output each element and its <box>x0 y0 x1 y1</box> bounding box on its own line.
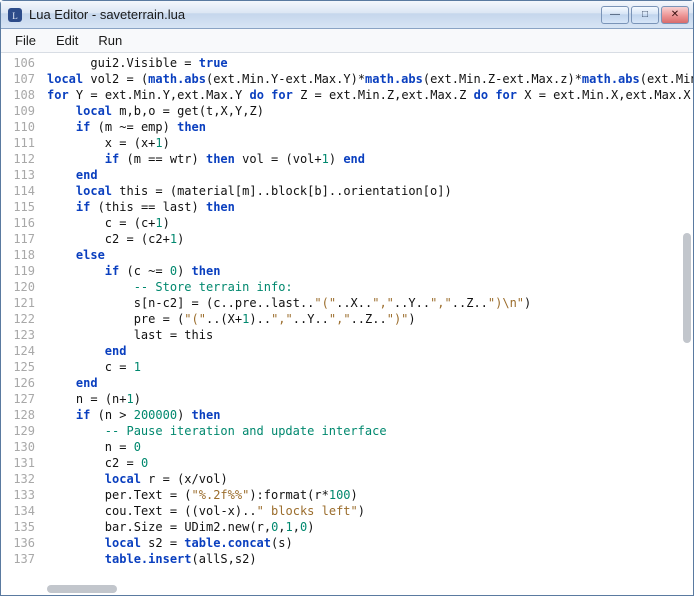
line-number: 119 <box>5 263 35 279</box>
line-number: 121 <box>5 295 35 311</box>
line-number: 133 <box>5 487 35 503</box>
code-line[interactable]: if (m ~= emp) then <box>47 119 693 135</box>
code-line[interactable]: local vol2 = (math.abs(ext.Min.Y-ext.Max… <box>47 71 693 87</box>
code-line[interactable]: c = 1 <box>47 359 693 375</box>
line-number: 112 <box>5 151 35 167</box>
code-line[interactable]: if (m == wtr) then vol = (vol+1) end <box>47 151 693 167</box>
maximize-button[interactable]: □ <box>631 6 659 24</box>
code-line[interactable]: n = (n+1) <box>47 391 693 407</box>
line-number: 117 <box>5 231 35 247</box>
code-line[interactable]: gui2.Visible = true <box>47 55 693 71</box>
code-line[interactable]: local r = (x/vol) <box>47 471 693 487</box>
line-number: 123 <box>5 327 35 343</box>
line-number: 125 <box>5 359 35 375</box>
line-number: 122 <box>5 311 35 327</box>
code-line[interactable]: per.Text = ("%.2f%%"):format(r*100) <box>47 487 693 503</box>
code-line[interactable]: else <box>47 247 693 263</box>
line-number: 118 <box>5 247 35 263</box>
code-line[interactable]: cou.Text = ((vol-x).." blocks left") <box>47 503 693 519</box>
code-line[interactable]: -- Pause iteration and update interface <box>47 423 693 439</box>
line-number: 126 <box>5 375 35 391</box>
code-line[interactable]: last = this <box>47 327 693 343</box>
line-number: 111 <box>5 135 35 151</box>
code-line[interactable]: x = (x+1) <box>47 135 693 151</box>
line-number: 113 <box>5 167 35 183</box>
code-line[interactable]: n = 0 <box>47 439 693 455</box>
code-line[interactable]: local s2 = table.concat(s) <box>47 535 693 551</box>
close-button[interactable]: ✕ <box>661 6 689 24</box>
code-line[interactable]: pre = ("("..(X+1)..","..Y..","..Z..")") <box>47 311 693 327</box>
code-line[interactable]: local m,b,o = get(t,X,Y,Z) <box>47 103 693 119</box>
code-view[interactable]: gui2.Visible = truelocal vol2 = (math.ab… <box>43 53 693 595</box>
line-number: 132 <box>5 471 35 487</box>
horizontal-scroll-thumb[interactable] <box>47 585 117 593</box>
line-number: 128 <box>5 407 35 423</box>
code-line[interactable]: bar.Size = UDim2.new(r,0,1,0) <box>47 519 693 535</box>
line-number: 108 <box>5 87 35 103</box>
line-number: 131 <box>5 455 35 471</box>
code-line[interactable]: table.insert(allS,s2) <box>47 551 693 567</box>
line-number: 116 <box>5 215 35 231</box>
code-line[interactable]: c2 = 0 <box>47 455 693 471</box>
vertical-scroll-thumb[interactable] <box>683 233 691 343</box>
line-gutter: 1061071081091101111121131141151161171181… <box>1 53 43 595</box>
window-title: Lua Editor - saveterrain.lua <box>29 7 599 22</box>
line-number: 109 <box>5 103 35 119</box>
vertical-scrollbar[interactable] <box>679 53 691 581</box>
line-number: 106 <box>5 55 35 71</box>
code-line[interactable]: -- Store terrain info: <box>47 279 693 295</box>
code-line[interactable]: end <box>47 375 693 391</box>
horizontal-scrollbar[interactable] <box>43 581 679 593</box>
line-number: 130 <box>5 439 35 455</box>
line-number: 107 <box>5 71 35 87</box>
editor-area[interactable]: 1061071081091101111121131141151161171181… <box>1 53 693 595</box>
title-bar: L Lua Editor - saveterrain.lua — □ ✕ <box>1 1 693 29</box>
code-line[interactable]: local this = (material[m]..block[b]..ori… <box>47 183 693 199</box>
app-icon: L <box>7 7 23 23</box>
code-line[interactable]: s[n-c2] = (c..pre..last.."("..X..","..Y.… <box>47 295 693 311</box>
line-number: 136 <box>5 535 35 551</box>
line-number: 114 <box>5 183 35 199</box>
menu-edit[interactable]: Edit <box>48 31 86 50</box>
line-number: 120 <box>5 279 35 295</box>
line-number: 137 <box>5 551 35 567</box>
line-number: 129 <box>5 423 35 439</box>
code-line[interactable]: if (this == last) then <box>47 199 693 215</box>
line-number: 124 <box>5 343 35 359</box>
code-line[interactable]: if (n > 200000) then <box>47 407 693 423</box>
menu-bar: File Edit Run <box>1 29 693 53</box>
code-line[interactable]: for Y = ext.Min.Y,ext.Max.Y do for Z = e… <box>47 87 693 103</box>
line-number: 135 <box>5 519 35 535</box>
line-number: 110 <box>5 119 35 135</box>
code-line[interactable]: end <box>47 167 693 183</box>
line-number: 134 <box>5 503 35 519</box>
code-line[interactable]: c2 = (c2+1) <box>47 231 693 247</box>
line-number: 115 <box>5 199 35 215</box>
line-number: 127 <box>5 391 35 407</box>
svg-text:L: L <box>12 11 18 21</box>
code-line[interactable]: end <box>47 343 693 359</box>
menu-file[interactable]: File <box>7 31 44 50</box>
code-line[interactable]: c = (c+1) <box>47 215 693 231</box>
menu-run[interactable]: Run <box>90 31 130 50</box>
code-line[interactable]: if (c ~= 0) then <box>47 263 693 279</box>
minimize-button[interactable]: — <box>601 6 629 24</box>
